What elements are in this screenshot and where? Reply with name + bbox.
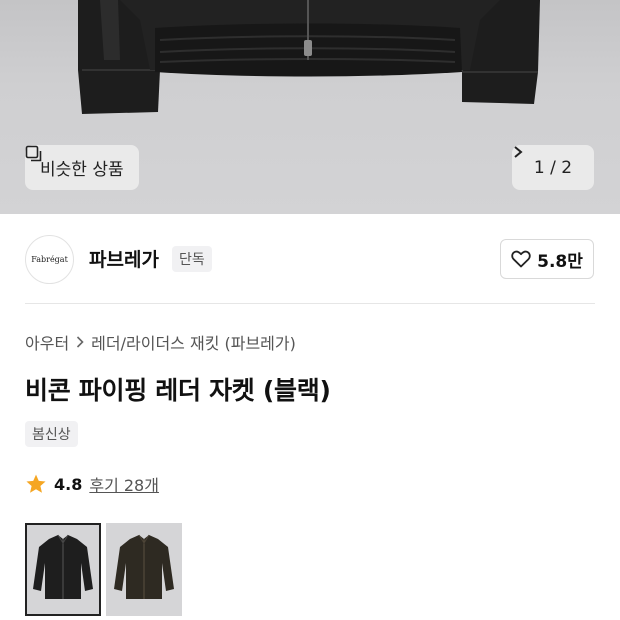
like-button[interactable]: 5.8만 — [500, 239, 594, 279]
rating-row: 4.8 후기 28개 — [25, 472, 159, 496]
rating-value: 4.8 — [54, 474, 83, 494]
similar-products-label: 비슷한 상품 — [40, 160, 124, 180]
brand-logo[interactable]: Fabrégat — [25, 235, 74, 284]
product-title: 비콘 파이핑 레더 자켓 (블랙) — [25, 376, 331, 405]
color-options — [25, 523, 182, 616]
heart-outline-icon — [511, 250, 531, 268]
color-option-brown[interactable] — [106, 523, 182, 616]
chevron-right-icon[interactable] — [512, 145, 524, 159]
image-pager[interactable]: 1 / 2 — [512, 145, 594, 190]
product-image-carousel[interactable]: 비슷한 상품 1 / 2 — [0, 0, 620, 214]
jacket-thumbnail — [25, 523, 101, 616]
exclusive-badge: 단독 — [172, 246, 212, 272]
breadcrumb-subcategory[interactable]: 레더/라이더스 재킷 (파브레가) — [91, 330, 296, 354]
season-tag: 봄신상 — [25, 421, 78, 447]
breadcrumb: 아우터 레더/라이더스 재킷 (파브레가) — [25, 330, 296, 354]
color-option-black[interactable] — [25, 523, 101, 616]
similar-products-icon — [25, 145, 42, 162]
brand-name[interactable]: 파브레가 — [89, 245, 159, 272]
divider — [25, 303, 595, 304]
similar-products-button[interactable]: 비슷한 상품 — [25, 145, 139, 190]
review-count-link[interactable]: 후기 28개 — [89, 472, 159, 496]
star-icon — [26, 474, 46, 493]
chevron-right-icon — [77, 336, 84, 348]
brand-logo-text: Fabrégat — [31, 255, 68, 264]
jacket-thumbnail — [106, 523, 182, 616]
page-indicator: 1 / 2 — [533, 157, 573, 178]
brand-row: Fabrégat 파브레가 단독 5.8만 — [0, 214, 620, 304]
like-count: 5.8만 — [537, 251, 583, 272]
breadcrumb-category[interactable]: 아우터 — [25, 330, 69, 354]
